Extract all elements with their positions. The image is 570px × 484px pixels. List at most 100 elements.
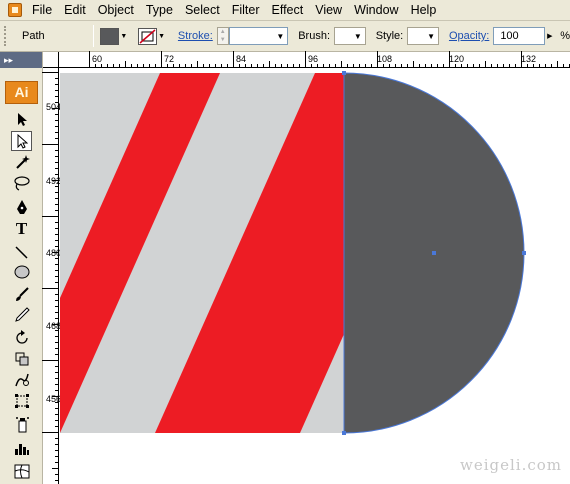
menu-window[interactable]: Window bbox=[348, 0, 404, 21]
ruler-tick bbox=[137, 64, 138, 67]
ruler-tick bbox=[55, 336, 58, 337]
lasso-tool-icon[interactable] bbox=[11, 173, 32, 193]
ruler-tick bbox=[377, 51, 378, 67]
vertical-ruler[interactable]: 504 492 480 468 456 bbox=[42, 68, 62, 484]
tools-panel: ▸▸ Ai T bbox=[0, 52, 43, 484]
ruler-tick bbox=[55, 444, 58, 445]
menu-help[interactable]: Help bbox=[405, 0, 443, 21]
fill-dropdown-arrow[interactable]: ▼ bbox=[119, 28, 128, 45]
illustrator-logo-badge[interactable]: Ai bbox=[5, 81, 38, 104]
ruler-tick bbox=[371, 64, 372, 67]
menu-effect[interactable]: Effect bbox=[265, 0, 309, 21]
ruler-tick bbox=[55, 348, 58, 349]
symbol-sprayer-tool-icon[interactable] bbox=[11, 414, 32, 434]
anchor-point[interactable] bbox=[522, 251, 526, 255]
stroke-color-swatch[interactable] bbox=[138, 27, 158, 45]
ruler-tick bbox=[55, 276, 58, 277]
ruler-tick bbox=[55, 354, 58, 355]
ruler-tick bbox=[55, 204, 58, 205]
type-tool-icon[interactable]: T bbox=[11, 219, 32, 239]
rotate-tool-icon[interactable] bbox=[11, 328, 32, 348]
direct-selection-tool-icon[interactable] bbox=[11, 131, 32, 151]
menu-view[interactable]: View bbox=[309, 0, 348, 21]
menu-edit[interactable]: Edit bbox=[58, 0, 92, 21]
ruler-tick bbox=[167, 64, 168, 67]
menu-select[interactable]: Select bbox=[179, 0, 226, 21]
ruler-tick bbox=[55, 78, 58, 79]
ruler-tick bbox=[287, 64, 288, 67]
fill-color-swatch[interactable] bbox=[100, 27, 120, 45]
opacity-unit: % bbox=[560, 30, 570, 42]
ruler-tick bbox=[317, 64, 318, 67]
ruler-origin[interactable] bbox=[43, 52, 59, 68]
ruler-tick bbox=[55, 312, 58, 313]
ruler-tick bbox=[557, 61, 558, 67]
stroke-weight-link[interactable]: Stroke: bbox=[178, 30, 213, 42]
column-graph-tool-icon[interactable] bbox=[11, 438, 32, 458]
ruler-tick bbox=[55, 462, 58, 463]
graphic-style-field[interactable]: ▼ bbox=[407, 27, 440, 45]
ruler-tick bbox=[191, 64, 192, 67]
menu-file[interactable]: File bbox=[26, 0, 58, 21]
ruler-tick bbox=[55, 156, 58, 157]
ruler-tick bbox=[55, 240, 58, 241]
ruler-tick bbox=[383, 64, 384, 67]
ruler-tick bbox=[545, 64, 546, 67]
ruler-label: 468 bbox=[46, 321, 62, 331]
pencil-tool-icon[interactable] bbox=[11, 305, 32, 325]
horizontal-ruler[interactable]: 60 72 84 96 108 120 132 bbox=[43, 51, 570, 68]
scale-tool-icon[interactable] bbox=[11, 349, 32, 369]
ruler-tick bbox=[55, 456, 58, 457]
ruler-tick bbox=[161, 51, 162, 67]
menu-object[interactable]: Object bbox=[92, 0, 140, 21]
tools-panel-header[interactable]: ▸▸ bbox=[0, 52, 42, 68]
chevron-down-icon: ▼ bbox=[276, 31, 285, 41]
ruler-tick bbox=[473, 64, 474, 67]
ruler-tick bbox=[42, 288, 58, 289]
ruler-tick bbox=[52, 108, 58, 109]
paintbrush-tool-icon[interactable] bbox=[11, 284, 32, 304]
line-segment-tool-icon[interactable] bbox=[11, 242, 32, 262]
ruler-tick bbox=[42, 360, 58, 361]
mesh-tool-icon[interactable] bbox=[11, 461, 32, 481]
ruler-tick bbox=[413, 61, 414, 67]
ruler-tick bbox=[311, 64, 312, 67]
center-point[interactable] bbox=[432, 251, 436, 255]
ruler-tick bbox=[263, 64, 264, 67]
stroke-dropdown-arrow[interactable]: ▼ bbox=[157, 28, 166, 45]
ruler-tick bbox=[55, 102, 58, 103]
ruler-tick bbox=[341, 61, 342, 67]
opacity-link[interactable]: Opacity: bbox=[449, 30, 489, 42]
object-type-label: Path bbox=[21, 30, 45, 42]
ruler-tick bbox=[42, 144, 58, 145]
ruler-tick bbox=[257, 64, 258, 67]
anchor-point[interactable] bbox=[342, 71, 346, 75]
ruler-tick bbox=[227, 64, 228, 67]
ruler-tick bbox=[55, 408, 58, 409]
brush-definition-field[interactable]: ▼ bbox=[334, 27, 366, 45]
opacity-input[interactable] bbox=[493, 27, 546, 45]
ruler-tick bbox=[281, 64, 282, 67]
opacity-dropdown-arrow[interactable]: ▶ bbox=[545, 28, 554, 45]
anchor-point[interactable] bbox=[342, 431, 346, 435]
ruler-label: 504 bbox=[46, 102, 62, 112]
ruler-tick bbox=[119, 64, 120, 67]
magic-wand-tool-icon[interactable] bbox=[11, 152, 32, 172]
stroke-weight-field[interactable]: ▼ bbox=[228, 27, 289, 45]
control-bar: Path ▼ ▼ Stroke: ▲ ▼ ▼ Brush: ▼ Style: ▼ … bbox=[0, 21, 570, 52]
ruler-tick bbox=[55, 420, 58, 421]
selection-tool-icon[interactable] bbox=[11, 109, 32, 129]
artboard-canvas[interactable]: weigeli.com bbox=[60, 69, 570, 484]
menu-filter[interactable]: Filter bbox=[226, 0, 266, 21]
pen-tool-icon[interactable] bbox=[11, 197, 32, 217]
menu-type[interactable]: Type bbox=[140, 0, 179, 21]
warp-tool-icon[interactable] bbox=[11, 370, 32, 390]
free-transform-tool-icon[interactable] bbox=[11, 391, 32, 411]
ruler-tick bbox=[89, 51, 90, 67]
stroke-weight-spinner[interactable]: ▲ ▼ bbox=[216, 27, 229, 45]
ellipse-tool-icon[interactable] bbox=[11, 262, 32, 282]
ruler-tick bbox=[55, 378, 58, 379]
ruler-tick bbox=[55, 474, 58, 475]
ruler-label: 132 bbox=[521, 54, 537, 64]
chevron-down-icon: ▼ bbox=[353, 31, 362, 41]
